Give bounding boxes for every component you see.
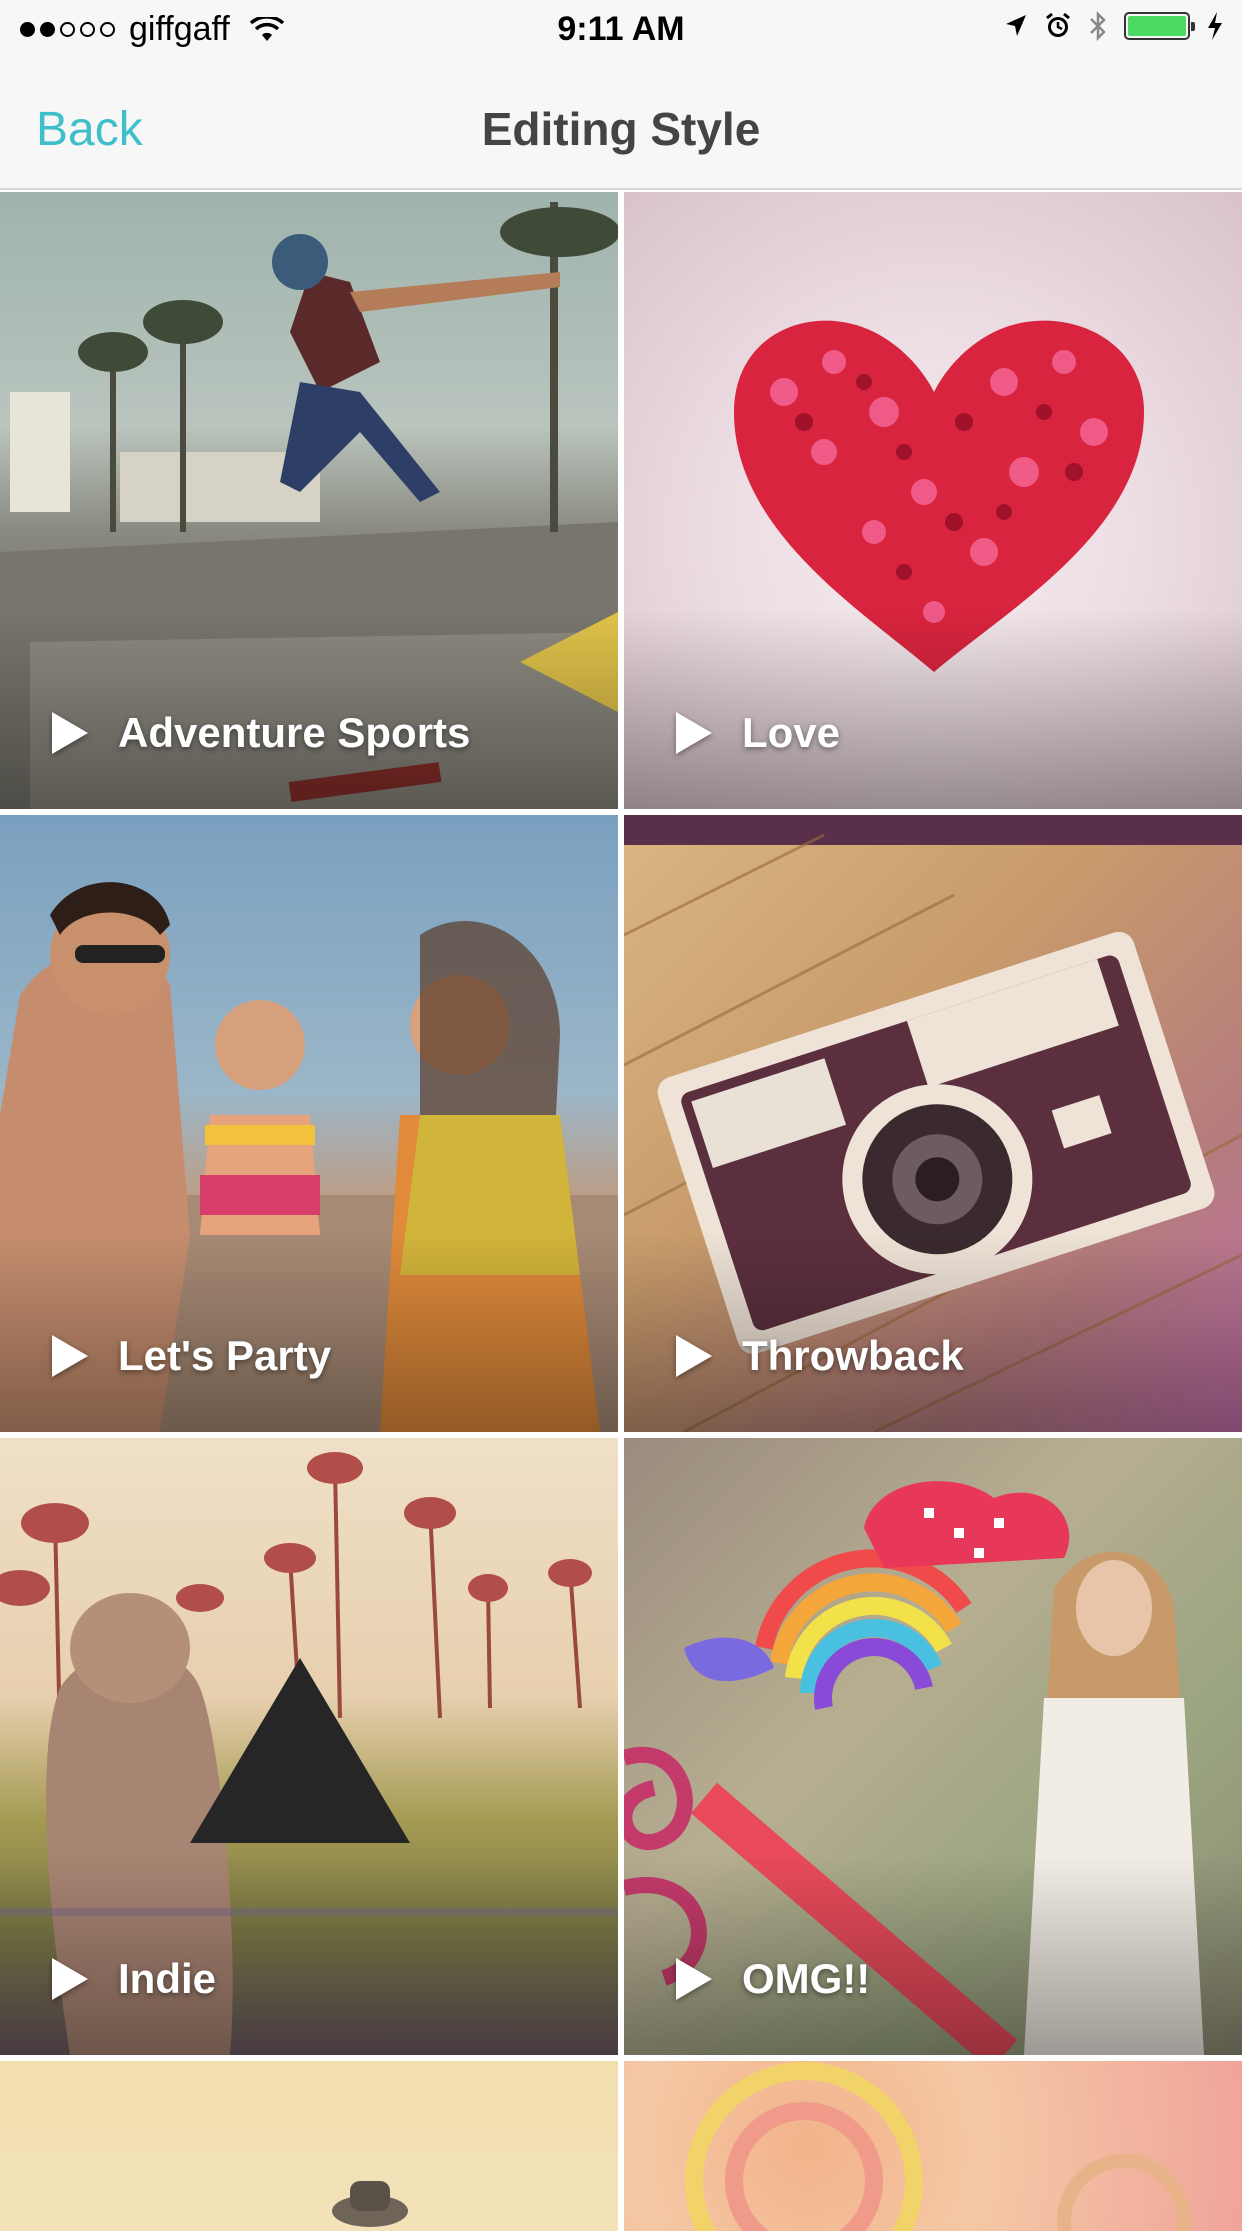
tile-caption: OMG!!	[676, 1955, 870, 2003]
style-tile-adventure-sports[interactable]: Adventure Sports	[0, 192, 618, 809]
style-thumbnail	[624, 2061, 1242, 2231]
style-tile-partial-right[interactable]	[624, 2061, 1242, 2231]
alarm-clock-icon	[1046, 12, 1070, 37]
charging-bolt-icon	[1208, 12, 1222, 40]
circles-illustration	[685, 2062, 1191, 2231]
tile-caption: Love	[676, 709, 840, 757]
editing-style-grid: Adventure Sports Love Let's Party Throwb…	[0, 192, 1242, 2231]
style-tile-omg[interactable]: OMG!!	[624, 1438, 1242, 2055]
style-label: OMG!!	[742, 1955, 871, 2002]
battery-fill	[1128, 16, 1186, 36]
play-icon	[52, 1958, 88, 2000]
tile-caption: Indie	[52, 1955, 216, 2003]
page-title: Editing Style	[481, 103, 761, 155]
status-bar: giffgaff 9:11 AM	[0, 0, 1242, 60]
play-icon	[676, 712, 712, 754]
style-label: Adventure Sports	[118, 709, 471, 756]
tile-caption: Let's Party	[52, 1332, 331, 1380]
play-icon	[52, 1335, 88, 1377]
style-tile-love[interactable]: Love	[624, 192, 1242, 809]
battery-icon	[1124, 12, 1195, 40]
hat-illustration	[332, 2181, 408, 2227]
tile-caption: Throwback	[676, 1332, 964, 1380]
style-tile-indie[interactable]: Indie	[0, 1438, 618, 2055]
style-label: Throwback	[742, 1332, 964, 1379]
bluetooth-icon	[1090, 10, 1106, 42]
navigation-bar: Back Editing Style	[0, 60, 1242, 190]
style-thumbnail	[0, 2061, 618, 2231]
play-icon	[52, 712, 88, 754]
play-icon	[676, 1335, 712, 1377]
play-icon	[676, 1958, 712, 2000]
style-tile-lets-party[interactable]: Let's Party	[0, 815, 618, 1432]
style-label: Let's Party	[118, 1332, 332, 1379]
location-arrow-icon	[1006, 15, 1026, 36]
tile-caption: Adventure Sports	[52, 709, 470, 757]
style-tile-throwback[interactable]: Throwback	[624, 815, 1242, 1432]
style-label: Love	[742, 709, 841, 756]
status-right	[1004, 10, 1224, 42]
style-label: Indie	[118, 1955, 217, 2002]
style-tile-partial-left[interactable]	[0, 2061, 618, 2231]
